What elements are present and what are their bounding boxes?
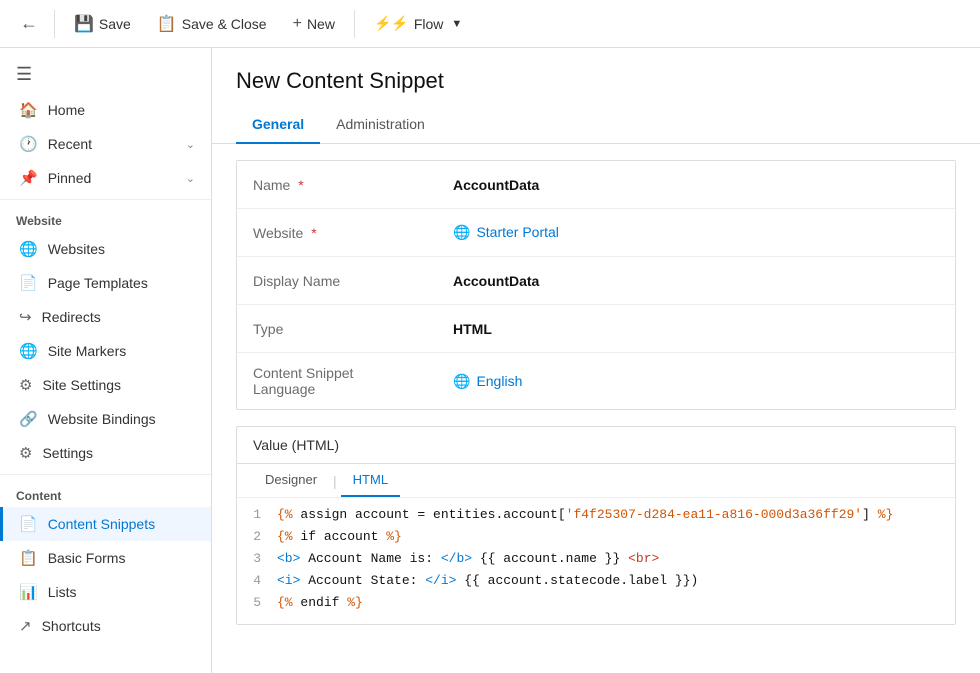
recent-arrow: ⌄ (186, 138, 195, 151)
websites-icon: 🌐 (19, 240, 38, 258)
code-line-num-3: 3 (237, 551, 277, 571)
flow-dropdown-icon: ▼ (451, 18, 462, 30)
tab-administration[interactable]: Administration (320, 106, 441, 144)
site-markers-icon: 🌐 (19, 342, 38, 360)
language-label: Content SnippetLanguage (253, 365, 453, 397)
lists-icon: 📊 (19, 583, 38, 601)
flow-button[interactable]: ⚡⚡ Flow ▼ (363, 9, 473, 38)
tabs-bar: General Administration (212, 106, 980, 144)
toolbar-divider-2 (354, 10, 355, 38)
code-area: 1 {% assign account = entities.account['… (237, 498, 955, 624)
pinned-arrow: ⌄ (186, 172, 195, 185)
flow-icon: ⚡⚡ (374, 15, 409, 32)
code-line-3: 3 <b> Account Name is: </b> {{ account.n… (237, 550, 955, 572)
sidebar-item-page-templates[interactable]: 📄 Page Templates (0, 266, 211, 300)
save-close-button[interactable]: 📋 Save & Close (146, 8, 278, 40)
toolbar-divider-1 (54, 10, 55, 38)
content-snippets-icon: 📄 (19, 515, 38, 533)
sidebar-item-pinned[interactable]: 📌 Pinned ⌄ (0, 161, 211, 195)
page-header: New Content Snippet (212, 48, 980, 94)
value-tab-designer[interactable]: Designer (253, 464, 329, 497)
display-name-value: AccountData (453, 273, 939, 289)
code-line-5: 5 {% endif %} (237, 594, 955, 616)
sidebar-item-website-bindings[interactable]: 🔗 Website Bindings (0, 402, 211, 436)
new-button[interactable]: + New (282, 9, 346, 39)
website-section-label: Website (0, 204, 211, 232)
save-close-icon: 📋 (157, 14, 177, 34)
site-settings-icon: ⚙ (19, 376, 32, 394)
sidebar-item-recent[interactable]: 🕐 Recent ⌄ (0, 127, 211, 161)
value-section: Value (HTML) Designer | HTML 1 {% assign… (236, 426, 956, 625)
code-line-1: 1 {% assign account = entities.account['… (237, 506, 955, 528)
language-value[interactable]: 🌐English (453, 373, 939, 390)
sidebar-divider-1 (0, 199, 211, 200)
code-line-num-5: 5 (237, 595, 277, 615)
shortcuts-icon: ↗ (19, 617, 32, 635)
sidebar-item-settings[interactable]: ⚙ Settings (0, 436, 211, 470)
content-section-label: Content (0, 479, 211, 507)
name-value: AccountData (453, 177, 939, 193)
display-name-label: Display Name (253, 273, 453, 289)
code-line-num-1: 1 (237, 507, 277, 527)
value-tabs: Designer | HTML (237, 464, 955, 498)
code-line-content-5: {% endif %} (277, 595, 955, 615)
website-globe-icon: 🌐 (453, 224, 470, 240)
form-row-type: Type HTML (237, 305, 955, 353)
sidebar-item-lists[interactable]: 📊 Lists (0, 575, 211, 609)
recent-icon: 🕐 (19, 135, 38, 153)
code-line-content-4: <i> Account State: </i> {{ account.state… (277, 573, 955, 593)
value-header: Value (HTML) (237, 427, 955, 464)
form-row-display-name: Display Name AccountData (237, 257, 955, 305)
form-section: Name * AccountData Website * 🌐Starter Po… (236, 160, 956, 410)
code-line-content-2: {% if account %} (277, 529, 955, 549)
form-row-name: Name * AccountData (237, 161, 955, 209)
name-required: * (294, 177, 303, 193)
form-row-website: Website * 🌐Starter Portal (237, 209, 955, 257)
tab-general[interactable]: General (236, 106, 320, 144)
sidebar-item-site-markers[interactable]: 🌐 Site Markers (0, 334, 211, 368)
save-button[interactable]: 💾 Save (63, 8, 142, 40)
new-icon: + (293, 15, 302, 33)
code-line-4: 4 <i> Account State: </i> {{ account.sta… (237, 572, 955, 594)
sidebar-item-content-snippets[interactable]: 📄 Content Snippets (0, 507, 211, 541)
basic-forms-icon: 📋 (19, 549, 38, 567)
sidebar-item-site-settings[interactable]: ⚙ Site Settings (0, 368, 211, 402)
content-area: New Content Snippet General Administrati… (212, 48, 980, 673)
home-icon: 🏠 (19, 101, 38, 119)
code-line-content-3: <b> Account Name is: </b> {{ account.nam… (277, 551, 955, 571)
sidebar-divider-2 (0, 474, 211, 475)
settings-icon: ⚙ (19, 444, 32, 462)
name-label: Name * (253, 177, 453, 193)
sidebar-item-home[interactable]: 🏠 Home (0, 93, 211, 127)
code-line-num-2: 2 (237, 529, 277, 549)
value-tab-divider: | (329, 473, 341, 489)
save-icon: 💾 (74, 14, 94, 34)
code-line-num-4: 4 (237, 573, 277, 593)
toolbar: ← 💾 Save 📋 Save & Close + New ⚡⚡ Flow ▼ (0, 0, 980, 48)
hamburger-button[interactable]: ☰ (0, 56, 211, 93)
redirects-icon: ↪ (19, 308, 32, 326)
type-value: HTML (453, 321, 939, 337)
website-bindings-icon: 🔗 (19, 410, 38, 428)
sidebar-item-basic-forms[interactable]: 📋 Basic Forms (0, 541, 211, 575)
website-value[interactable]: 🌐Starter Portal (453, 224, 939, 241)
type-label: Type (253, 321, 453, 337)
sidebar-item-redirects[interactable]: ↪ Redirects (0, 300, 211, 334)
sidebar-item-websites[interactable]: 🌐 Websites (0, 232, 211, 266)
pinned-icon: 📌 (19, 169, 38, 187)
page-templates-icon: 📄 (19, 274, 38, 292)
sidebar: ☰ 🏠 Home 🕐 Recent ⌄ 📌 Pinned ⌄ Website 🌐 (0, 48, 212, 673)
main-layout: ☰ 🏠 Home 🕐 Recent ⌄ 📌 Pinned ⌄ Website 🌐 (0, 48, 980, 673)
language-flag-icon: 🌐 (453, 373, 470, 389)
code-line-content-1: {% assign account = entities.account['f4… (277, 507, 955, 527)
back-button[interactable]: ← (12, 8, 46, 39)
form-row-language: Content SnippetLanguage 🌐English (237, 353, 955, 409)
website-label: Website * (253, 225, 453, 241)
value-tab-html[interactable]: HTML (341, 464, 400, 497)
sidebar-item-shortcuts[interactable]: ↗ Shortcuts (0, 609, 211, 643)
page-title: New Content Snippet (236, 68, 956, 94)
website-required: * (307, 225, 316, 241)
code-line-2: 2 {% if account %} (237, 528, 955, 550)
